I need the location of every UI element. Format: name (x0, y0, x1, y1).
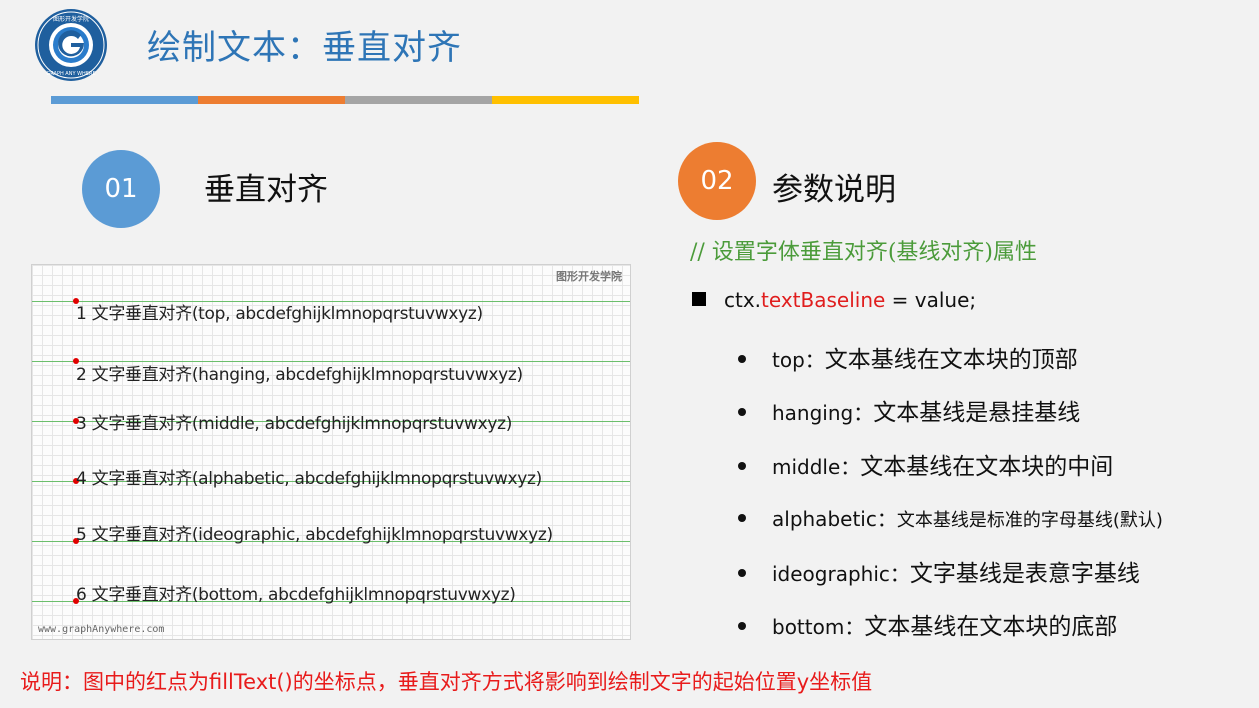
section2-heading: 参数说明 (772, 172, 896, 208)
demo-row-bottom: 6 文字垂直对齐(bottom, abcdefghijklmnopqrstuvw… (76, 585, 516, 605)
section2-number-badge: 02 (678, 142, 756, 220)
param-key: top： (772, 348, 825, 372)
param-key: bottom： (772, 615, 865, 639)
demo-row-middle: 3 文字垂直对齐(middle, abcdefghijklmnopqrstuvw… (76, 414, 513, 434)
demo-row-hanging: 2 文字垂直对齐(hanging, abcdefghijklmnopqrstuv… (76, 365, 523, 385)
param-key: alphabetic： (772, 507, 897, 531)
footnote: 说明：图中的红点为fillText()的坐标点，垂直对齐方式将影响到绘制文字的起… (20, 670, 873, 694)
list-item: middle：文本基线在文本块的中间 (738, 447, 1113, 481)
bullet-dot-icon (738, 514, 746, 522)
bullet-dot-icon (738, 569, 746, 577)
demo-row-alphabetic: 4 文字垂直对齐(alphabetic, abcdefghijklmnopqrs… (76, 469, 542, 489)
param-desc: 文本基线在文本块的中间 (860, 454, 1114, 480)
title-bar-segment-gray (345, 96, 492, 104)
list-item: alphabetic：文本基线是标准的字母基线(默认) (738, 503, 1163, 532)
logo-top-text: 图形开发学院 (53, 15, 89, 23)
code-comment: // 设置字体垂直对齐(基线对齐)属性 (690, 240, 1037, 265)
section1-heading: 垂直对齐 (204, 172, 328, 208)
section1-number-badge: 01 (82, 150, 160, 228)
code-prefix: ctx. (724, 288, 762, 312)
text-baseline-demo-canvas: 图形开发学院 1 文字垂直对齐(top, abcdefghijklmnopqrs… (31, 264, 631, 640)
param-key: ideographic： (772, 562, 910, 586)
page-title: 绘制文本：垂直对齐 (147, 28, 462, 68)
list-item: bottom：文本基线在文本块的底部 (738, 607, 1117, 641)
bullet-dot-icon (738, 408, 746, 416)
bullet-dot-icon (738, 462, 746, 470)
list-item: ideographic：文字基线是表意字基线 (738, 554, 1140, 588)
param-desc: 文字基线是表意字基线 (909, 561, 1140, 587)
code-suffix: = value; (885, 288, 977, 312)
code-property: textBaseline (761, 288, 886, 312)
logo-bottom-text: GRAPH ANY WHERE (46, 71, 95, 77)
param-desc: 文本基线在文本块的顶部 (824, 347, 1078, 373)
title-bar-segment-yellow (492, 96, 639, 104)
code-statement: ctx.textBaseline = value; (692, 288, 976, 312)
demo-row-top: 1 文字垂直对齐(top, abcdefghijklmnopqrstuvwxyz… (76, 304, 483, 324)
title-bar-segment-blue (51, 96, 198, 104)
bullet-dot-icon (738, 355, 746, 363)
param-desc: 文本基线是标准的字母基线(默认) (896, 510, 1163, 531)
param-desc: 文本基线在文本块的底部 (864, 614, 1118, 640)
param-desc: 文本基线是悬挂基线 (873, 400, 1081, 426)
demo-row-ideographic: 5 文字垂直对齐(ideographic, abcdefghijklmnopqr… (76, 525, 553, 545)
title-underline-bar (51, 96, 639, 104)
demo-watermark: 图形开发学院 (556, 270, 622, 283)
list-item: hanging：文本基线是悬挂基线 (738, 393, 1080, 427)
param-key: hanging： (772, 401, 874, 425)
graph-anywhere-logo-icon: 图形开发学院 GRAPH ANY WHERE (35, 9, 107, 81)
title-bar-segment-orange (198, 96, 345, 104)
square-bullet-icon (692, 292, 706, 306)
param-key: middle： (772, 455, 861, 479)
bullet-dot-icon (738, 622, 746, 630)
demo-footer-url: www.graphAnywhere.com (38, 624, 165, 635)
list-item: top：文本基线在文本块的顶部 (738, 340, 1078, 374)
